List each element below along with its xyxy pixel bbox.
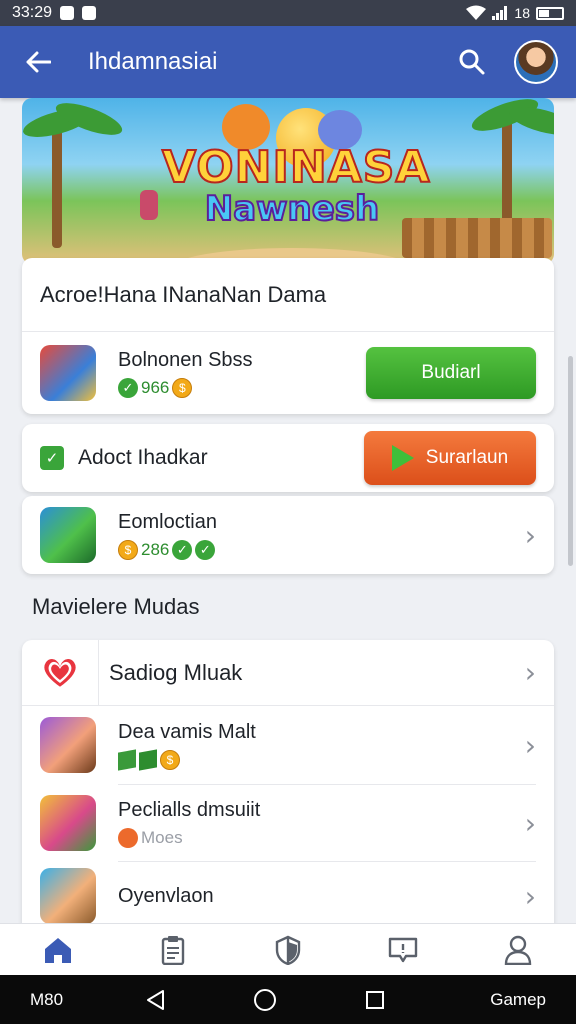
game-app-icon	[40, 717, 96, 773]
primary-green-button[interactable]: Budiarl	[366, 347, 536, 399]
list-item[interactable]: Sadiog Mluak ›	[22, 639, 554, 706]
divider	[98, 639, 99, 706]
home-icon	[44, 937, 71, 963]
game-app-icon	[40, 345, 96, 401]
profile-icon	[505, 935, 532, 965]
game-app-icon	[40, 507, 96, 563]
card-header: Acroe!Hana INanaNan Dama	[22, 258, 554, 332]
signal-icon	[492, 6, 508, 20]
hero-banner[interactable]: VONINASA Nawnesh	[22, 98, 554, 264]
back-arrow-icon	[26, 51, 51, 73]
system-left-text: M80	[30, 989, 64, 1009]
system-nav-bar: M80 Gamep	[0, 975, 576, 1024]
status-time: 33:29	[12, 4, 53, 21]
chevron-right-icon[interactable]: ›	[525, 807, 536, 840]
game-card[interactable]: Eomloctian $ 286 ✓ ✓ ›	[22, 496, 554, 574]
clipboard-icon	[161, 935, 184, 965]
action-label: Adoct Ihadkar	[78, 446, 208, 469]
shield-icon	[275, 935, 301, 965]
system-back-button[interactable]	[135, 980, 175, 1020]
battery-icon	[536, 6, 564, 20]
orange-badge-icon	[118, 827, 138, 848]
system-recents-button[interactable]	[355, 980, 395, 1020]
nav-profile[interactable]	[488, 928, 548, 972]
list-item-title: Oyenvlaon	[118, 884, 214, 907]
back-button[interactable]	[18, 42, 58, 82]
item-title: Bolnonen Sbss	[118, 348, 253, 371]
check-badge-icon: ✓	[172, 539, 193, 560]
item-value: 286	[141, 539, 170, 559]
list-item[interactable]: Oyenvlaon ›	[22, 862, 554, 930]
fence-decoration	[402, 218, 552, 258]
play-icon	[391, 445, 414, 471]
gem-icon	[139, 748, 157, 771]
search-button[interactable]	[452, 42, 492, 82]
search-icon	[459, 49, 485, 75]
cube-icon	[118, 748, 136, 771]
palm-tree-left	[52, 128, 62, 248]
game-logo: VONINASA Nawnesh	[161, 142, 431, 229]
logo-line1: VONINASA	[161, 142, 431, 193]
system-home-button[interactable]	[245, 980, 285, 1020]
coin-icon: $	[172, 377, 193, 398]
app-bar: Ihdamnasiai	[0, 26, 576, 98]
notification-icon	[60, 6, 75, 20]
action-card: ✓ Adoct Ihadkar Surarlaun	[22, 424, 554, 492]
page-title: Ihdamnasiai	[88, 48, 218, 75]
chevron-right-icon[interactable]: ›	[525, 880, 536, 913]
checkbox-icon[interactable]: ✓	[40, 446, 64, 470]
nav-shield[interactable]	[258, 928, 318, 972]
check-badge-icon: ✓	[118, 377, 138, 398]
list-item-title: Dea vamis Malt	[118, 720, 256, 743]
character-icon	[140, 190, 158, 220]
user-avatar[interactable]	[514, 40, 558, 84]
chevron-right-icon[interactable]: ›	[525, 519, 536, 552]
list-item[interactable]: Peclialls dmsuiit Moes ›	[22, 785, 554, 861]
featured-card: Acroe!Hana INanaNan Dama Bolnonen Sbss ✓…	[22, 258, 554, 414]
list-item-title: Peclialls dmsuiit	[118, 798, 261, 821]
list-item[interactable]: Dea vamis Malt $ ›	[22, 706, 554, 784]
logo-line2: Nawnesh	[204, 189, 381, 229]
game-app-icon	[40, 868, 96, 924]
system-right-text: Gamep	[490, 989, 546, 1009]
triangle-back-icon	[147, 989, 165, 1010]
list-card: Sadiog Mluak › Dea vamis Malt $ › Peclia…	[22, 639, 554, 930]
orange-play-button[interactable]: Surarlaun	[364, 431, 536, 485]
signal-text: 18	[514, 5, 530, 21]
circle-home-icon	[254, 988, 277, 1011]
status-bar: 33:29 18	[0, 0, 576, 26]
chevron-right-icon[interactable]: ›	[525, 656, 536, 689]
orange-button-label: Surarlaun	[425, 447, 509, 468]
nav-clipboard[interactable]	[143, 928, 203, 972]
square-recents-icon	[366, 990, 385, 1009]
list-item-title: Sadiog Mluak	[109, 659, 243, 685]
scrollbar[interactable]	[568, 356, 573, 566]
nav-home[interactable]	[28, 928, 88, 972]
featured-item-row[interactable]: Bolnonen Sbss ✓ 966 $ Budiarl	[22, 332, 554, 414]
game-app-icon	[40, 795, 96, 851]
wifi-icon	[466, 5, 487, 20]
chat-icon	[388, 937, 418, 962]
check-badge-icon: ✓	[195, 539, 216, 560]
bottom-nav	[0, 923, 576, 975]
coin-icon: $	[160, 749, 180, 770]
section-title: Mavielere Mudas	[32, 594, 200, 619]
heart-icon	[40, 653, 80, 693]
list-item-sub: Moes	[141, 827, 183, 847]
item-value: 966	[141, 377, 170, 397]
chevron-right-icon[interactable]: ›	[525, 729, 536, 762]
item-title: Eomloctian	[118, 510, 217, 533]
coin-stack-icon: $	[118, 539, 138, 560]
gallery-icon	[82, 6, 97, 20]
nav-chat[interactable]	[373, 928, 433, 972]
